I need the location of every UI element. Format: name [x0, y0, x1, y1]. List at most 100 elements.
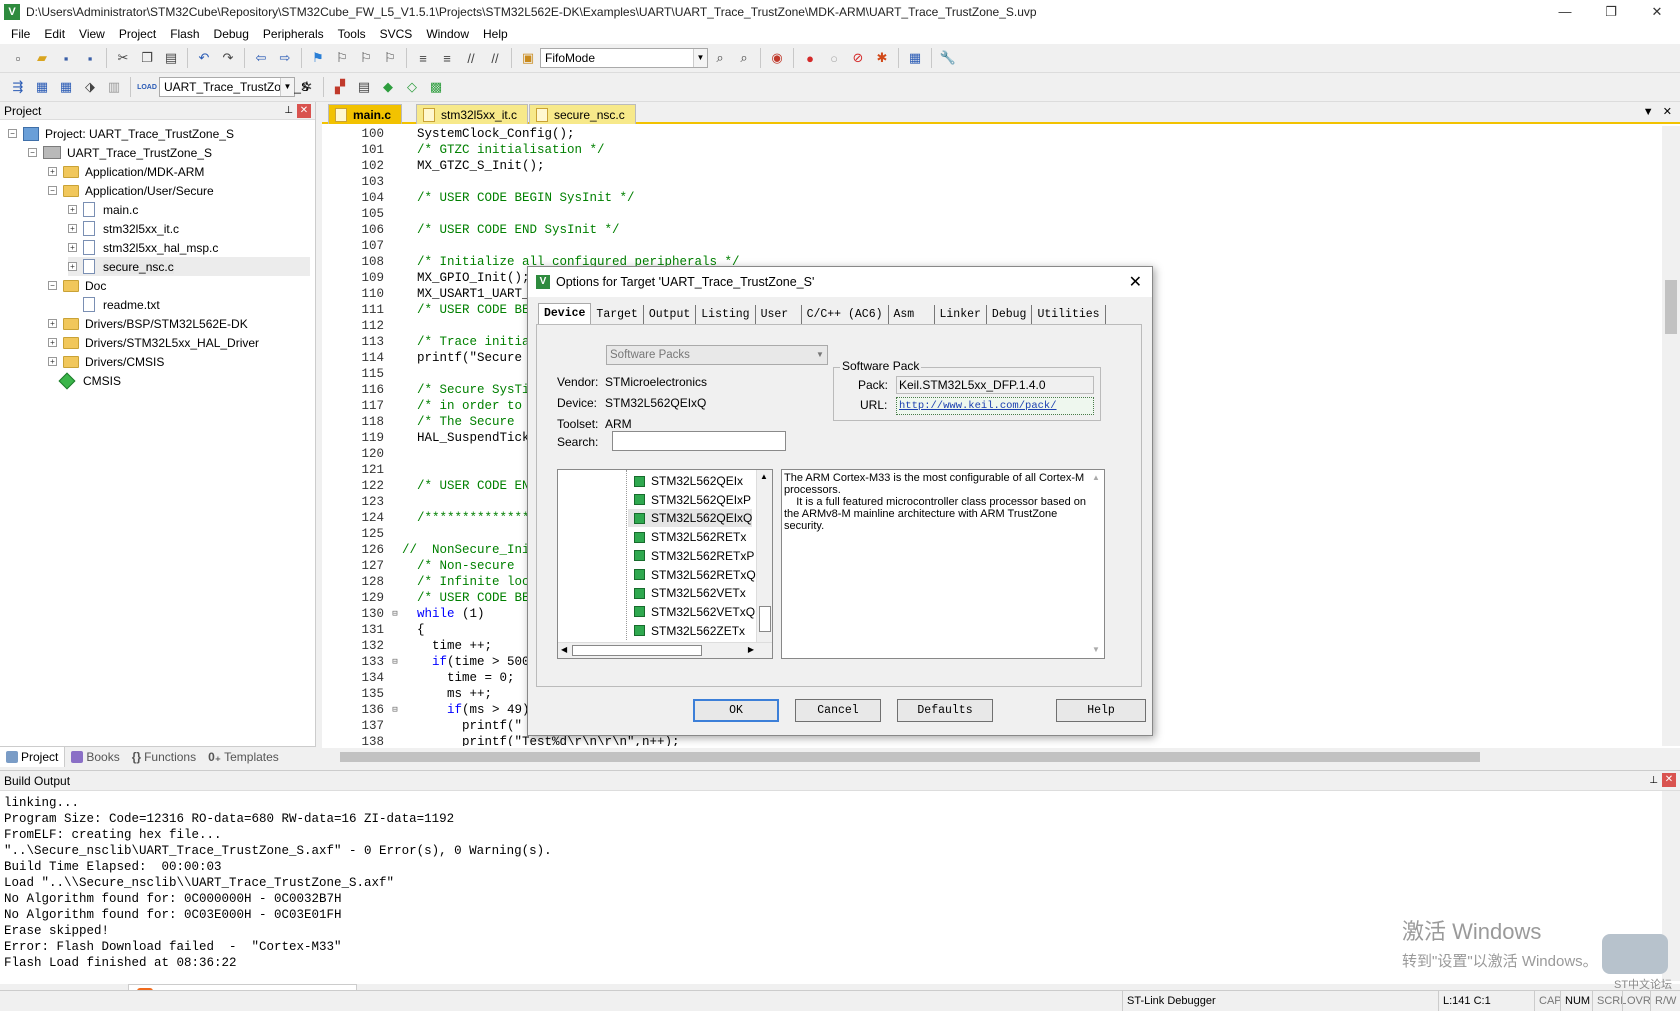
tree-group-user-secure[interactable]: − Application/User/Secure — [48, 181, 214, 200]
menu-file[interactable]: File — [4, 27, 37, 41]
dialog-close-button[interactable]: ✕ — [1129, 272, 1142, 292]
code-line[interactable]: 106 /* USER CODE END SysInit */ — [322, 222, 1658, 238]
device-list-item[interactable]: STM32L562RETxP — [628, 547, 754, 565]
nav-back-icon[interactable]: ⇦ — [251, 48, 271, 68]
breakpoint-icon[interactable]: ● — [800, 48, 820, 68]
editor-horizontal-scrollbar[interactable] — [322, 748, 1680, 766]
tab-project[interactable]: Project — [0, 746, 66, 767]
new-file-icon[interactable]: ▫ — [8, 48, 28, 68]
code-line[interactable]: 103 — [322, 174, 1658, 190]
pin-icon[interactable]: ⊥ — [1649, 771, 1658, 791]
tab-stm32l5xx-it-c[interactable]: stm32l5xx_it.c — [416, 104, 529, 124]
tree-project-root[interactable]: − Project: UART_Trace_TrustZone_S — [8, 124, 234, 143]
tab-device[interactable]: Device — [538, 303, 592, 325]
ok-button[interactable]: OK — [693, 699, 779, 722]
code-line[interactable]: 100 SystemClock_Config(); — [322, 126, 1658, 142]
tab-listing[interactable]: Listing — [696, 305, 756, 325]
manage-project-items-icon[interactable]: ▞ — [330, 77, 350, 97]
scroll-left-icon[interactable]: ◀ — [561, 645, 567, 654]
expand-icon[interactable]: + — [48, 338, 57, 347]
expand-icon[interactable]: + — [68, 243, 77, 252]
restore-button[interactable]: ❐ — [1588, 0, 1634, 24]
expand-icon[interactable]: + — [68, 262, 77, 271]
save-icon[interactable]: ▪ — [56, 48, 76, 68]
chevron-down-icon[interactable]: ▼ — [280, 78, 294, 96]
pin-icon[interactable]: ⊥ — [284, 102, 293, 120]
scroll-thumb[interactable] — [759, 606, 771, 632]
tab-debug[interactable]: Debug — [987, 305, 1033, 325]
tab-list-chevron-icon[interactable]: ▼ — [1643, 106, 1654, 118]
save-all-icon[interactable]: ▪ — [80, 48, 100, 68]
defaults-button[interactable]: Defaults — [897, 699, 993, 722]
minimize-button[interactable]: — — [1542, 0, 1588, 24]
code-line[interactable]: 102 MX_GTZC_S_Init(); — [322, 158, 1658, 174]
find-icon[interactable]: ⌕ — [710, 48, 730, 68]
menu-debug[interactable]: Debug — [207, 27, 256, 41]
tree-file-hal-msp-c[interactable]: + stm32l5xx_hal_msp.c — [68, 238, 218, 257]
tree-file-main-c[interactable]: + main.c — [68, 200, 138, 219]
close-tab-icon[interactable]: ✕ — [1663, 106, 1672, 118]
expand-icon[interactable]: + — [68, 205, 77, 214]
tree-target[interactable]: − UART_Trace_TrustZone_S — [28, 143, 212, 162]
manage-multi-project-icon[interactable]: ▤ — [354, 77, 374, 97]
paste-icon[interactable]: ▤ — [161, 48, 181, 68]
fold-icon[interactable]: ⊟ — [388, 654, 402, 670]
collapse-icon[interactable]: − — [28, 148, 37, 157]
device-list-item[interactable]: STM32L562VETxQ — [628, 603, 755, 621]
tab-secure-nsc-c[interactable]: secure_nsc.c — [529, 104, 636, 124]
prev-bookmark-icon[interactable]: ⚐ — [332, 48, 352, 68]
chevron-down-icon[interactable]: ▼ — [693, 49, 707, 67]
comment-icon[interactable]: // — [461, 48, 481, 68]
device-list-item[interactable]: STM32L562QEIxQ — [628, 509, 753, 528]
build-icon[interactable]: ▦ — [32, 77, 52, 97]
pack-installer-icon[interactable]: ▩ — [426, 77, 446, 97]
tab-main-c[interactable]: main.c — [328, 104, 403, 124]
tab-output[interactable]: Output — [644, 305, 697, 325]
disable-breakpoint-icon[interactable]: ○ — [824, 48, 844, 68]
expand-icon[interactable]: + — [48, 357, 57, 366]
nav-forward-icon[interactable]: ⇨ — [275, 48, 295, 68]
tree-file-readme[interactable]: readme.txt — [83, 295, 160, 314]
tree-group-cmsis[interactable]: + Drivers/CMSIS — [48, 352, 164, 371]
menu-edit[interactable]: Edit — [37, 27, 72, 41]
rebuild-icon[interactable]: ▦ — [56, 77, 76, 97]
editor-vertical-scrollbar[interactable] — [1662, 126, 1680, 746]
find-combo[interactable]: FifoMode ▼ — [540, 48, 708, 68]
menu-project[interactable]: Project — [112, 27, 163, 41]
collapse-icon[interactable]: − — [48, 186, 57, 195]
description-scrollbar[interactable]: ▲ ▼ — [1090, 470, 1104, 658]
menu-tools[interactable]: Tools — [331, 27, 373, 41]
tab-books[interactable]: Books — [65, 747, 125, 767]
tree-group-doc[interactable]: − Doc — [48, 276, 106, 295]
incremental-find-icon[interactable]: ⌕ — [734, 48, 754, 68]
close-button[interactable]: ✕ — [1634, 0, 1680, 24]
tree-file-it-c[interactable]: + stm32l5xx_it.c — [68, 219, 179, 238]
debug-session-icon[interactable]: ◉ — [767, 48, 787, 68]
unindent-icon[interactable]: ≡ — [437, 48, 457, 68]
device-list-item[interactable]: STM32L562QEIxP — [628, 491, 751, 509]
pack-url-link[interactable]: http://www.keil.com/pack/ — [896, 397, 1094, 415]
window-layout-icon[interactable]: ▦ — [905, 48, 925, 68]
download-load-icon[interactable]: LOAD — [137, 77, 157, 97]
tree-group-mdk-arm[interactable]: + Application/MDK-ARM — [48, 162, 204, 181]
scroll-right-icon[interactable]: ▶ — [748, 645, 754, 654]
device-list-hscroll[interactable]: ◀ ▶ — [558, 642, 772, 658]
scroll-down-icon[interactable]: ▼ — [1092, 644, 1100, 656]
undo-icon[interactable]: ↶ — [194, 48, 214, 68]
next-bookmark-icon[interactable]: ⚐ — [356, 48, 376, 68]
cancel-button[interactable]: Cancel — [795, 699, 881, 722]
collapse-icon[interactable]: − — [8, 129, 17, 138]
menu-svcs[interactable]: SVCS — [373, 27, 420, 41]
tab-target[interactable]: Target — [591, 305, 644, 325]
indent-icon[interactable]: ≡ — [413, 48, 433, 68]
device-list-item[interactable]: STM32L562RETx — [628, 528, 746, 546]
close-icon[interactable]: ✕ — [1662, 773, 1676, 787]
menu-window[interactable]: Window — [419, 27, 476, 41]
kill-breakpoints-icon[interactable]: ✱ — [872, 48, 892, 68]
configure-icon[interactable]: 🔧 — [938, 48, 958, 68]
batch-build-icon[interactable]: ⬗ — [80, 77, 100, 97]
tab-asm[interactable]: Asm — [889, 305, 935, 325]
copy-icon[interactable]: ❐ — [137, 48, 157, 68]
translate-icon[interactable]: ⇶ — [8, 77, 28, 97]
scroll-up-icon[interactable]: ▲ — [760, 472, 768, 481]
